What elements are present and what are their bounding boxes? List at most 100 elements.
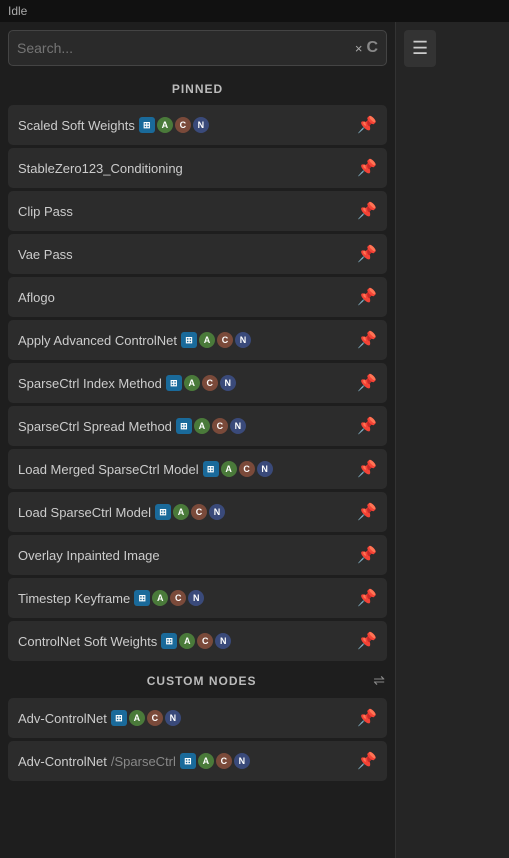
badge-c: C: [147, 710, 163, 726]
badge-a: A: [198, 753, 214, 769]
pin-icon[interactable]: 📌: [357, 158, 377, 178]
list-item[interactable]: Vae Pass 📌: [8, 234, 387, 274]
badges-group: ⊞ACN: [161, 633, 231, 649]
pin-icon[interactable]: 📌: [357, 201, 377, 221]
pin-icon[interactable]: 📌: [357, 115, 377, 135]
badge-n: N: [234, 753, 250, 769]
custom-nodes-settings-icon[interactable]: ⇌: [373, 672, 385, 689]
pin-icon[interactable]: 📌: [357, 502, 377, 522]
badges-group: ⊞ACN: [134, 590, 204, 606]
badges-group: ⊞ACN: [155, 504, 225, 520]
pin-icon[interactable]: 📌: [357, 373, 377, 393]
search-clear-button[interactable]: ×: [355, 41, 363, 56]
list-item[interactable]: ControlNet Soft Weights ⊞ACN 📌: [8, 621, 387, 661]
badge-c: C: [217, 332, 233, 348]
badge-a: A: [199, 332, 215, 348]
list-item[interactable]: Scaled Soft Weights ⊞ACN 📌: [8, 105, 387, 145]
list-item[interactable]: StableZero123_Conditioning 📌: [8, 148, 387, 188]
badge-a: A: [129, 710, 145, 726]
badge-n: N: [209, 504, 225, 520]
badges-group: ⊞ACN: [166, 375, 236, 391]
custom-nodes-list: Adv-ControlNet ⊞ACN 📌 Adv-ControlNet /Sp…: [0, 698, 395, 781]
item-label: Scaled Soft Weights: [18, 118, 135, 133]
list-item[interactable]: Apply Advanced ControlNet ⊞ACN 📌: [8, 320, 387, 360]
badge-img: ⊞: [161, 633, 177, 649]
left-panel: × C PINNED Scaled Soft Weights ⊞ACN 📌 St…: [0, 22, 395, 858]
item-label: SparseCtrl Spread Method: [18, 419, 172, 434]
badge-n: N: [188, 590, 204, 606]
badge-img: ⊞: [155, 504, 171, 520]
badge-n: N: [257, 461, 273, 477]
item-label: ControlNet Soft Weights: [18, 634, 157, 649]
badge-img: ⊞: [180, 753, 196, 769]
menu-button[interactable]: ☰: [404, 30, 436, 67]
badge-n: N: [220, 375, 236, 391]
list-item[interactable]: Adv-ControlNet /SparseCtrl ⊞ACN 📌: [8, 741, 387, 781]
badge-img: ⊞: [134, 590, 150, 606]
item-label: Load Merged SparseCtrl Model: [18, 462, 199, 477]
pin-icon[interactable]: 📌: [357, 545, 377, 565]
badge-n: N: [215, 633, 231, 649]
badge-n: N: [165, 710, 181, 726]
pinned-section-header: PINNED: [0, 74, 395, 102]
pin-icon[interactable]: 📌: [357, 631, 377, 651]
badge-c: C: [170, 590, 186, 606]
badge-c: C: [202, 375, 218, 391]
item-label: StableZero123_Conditioning: [18, 161, 183, 176]
badge-img: ⊞: [166, 375, 182, 391]
pin-icon[interactable]: 📌: [357, 459, 377, 479]
list-item[interactable]: Adv-ControlNet ⊞ACN 📌: [8, 698, 387, 738]
pin-icon[interactable]: 📌: [357, 287, 377, 307]
list-item-left: Adv-ControlNet /SparseCtrl ⊞ACN: [18, 753, 351, 769]
badge-img: ⊞: [176, 418, 192, 434]
item-label: Clip Pass: [18, 204, 73, 219]
badges-group: ⊞ACN: [180, 753, 250, 769]
custom-nodes-section-header: CUSTOM NODES ⇌: [0, 664, 395, 695]
pin-icon[interactable]: 📌: [357, 588, 377, 608]
list-item[interactable]: SparseCtrl Index Method ⊞ACN 📌: [8, 363, 387, 403]
list-item[interactable]: Timestep Keyframe ⊞ACN 📌: [8, 578, 387, 618]
pin-icon[interactable]: 📌: [357, 330, 377, 350]
list-item-left: SparseCtrl Spread Method ⊞ACN: [18, 418, 351, 434]
badge-c: C: [239, 461, 255, 477]
badge-n: N: [193, 117, 209, 133]
item-label: Aflogo: [18, 290, 55, 305]
search-loader-indicator: C: [366, 39, 378, 57]
list-item-left: StableZero123_Conditioning: [18, 161, 351, 176]
pin-icon[interactable]: 📌: [357, 751, 377, 771]
list-item-left: Timestep Keyframe ⊞ACN: [18, 590, 351, 606]
badges-group: ⊞ACN: [203, 461, 273, 477]
badge-img: ⊞: [111, 710, 127, 726]
badge-a: A: [152, 590, 168, 606]
pin-icon[interactable]: 📌: [357, 708, 377, 728]
list-item[interactable]: Clip Pass 📌: [8, 191, 387, 231]
item-label: Apply Advanced ControlNet: [18, 333, 177, 348]
item-label: Timestep Keyframe: [18, 591, 130, 606]
list-item-left: Adv-ControlNet ⊞ACN: [18, 710, 351, 726]
title-label: Idle: [8, 4, 27, 18]
badge-img: ⊞: [203, 461, 219, 477]
list-item-left: Load Merged SparseCtrl Model ⊞ACN: [18, 461, 351, 477]
badge-a: A: [157, 117, 173, 133]
list-item[interactable]: Overlay Inpainted Image 📌: [8, 535, 387, 575]
list-item[interactable]: Load Merged SparseCtrl Model ⊞ACN 📌: [8, 449, 387, 489]
list-item[interactable]: Aflogo 📌: [8, 277, 387, 317]
item-label: Vae Pass: [18, 247, 73, 262]
list-item-left: Apply Advanced ControlNet ⊞ACN: [18, 332, 351, 348]
search-input[interactable]: [17, 40, 355, 56]
pinned-list: Scaled Soft Weights ⊞ACN 📌 StableZero123…: [0, 105, 395, 661]
badge-img: ⊞: [139, 117, 155, 133]
list-item-left: Clip Pass: [18, 204, 351, 219]
pin-icon[interactable]: 📌: [357, 244, 377, 264]
list-item-left: Aflogo: [18, 290, 351, 305]
list-item-left: Overlay Inpainted Image: [18, 548, 351, 563]
badge-a: A: [184, 375, 200, 391]
badges-group: ⊞ACN: [139, 117, 209, 133]
list-item-left: ControlNet Soft Weights ⊞ACN: [18, 633, 351, 649]
item-label: Overlay Inpainted Image: [18, 548, 160, 563]
list-item[interactable]: Load SparseCtrl Model ⊞ACN 📌: [8, 492, 387, 532]
list-item[interactable]: SparseCtrl Spread Method ⊞ACN 📌: [8, 406, 387, 446]
pin-icon[interactable]: 📌: [357, 416, 377, 436]
badges-group: ⊞ACN: [181, 332, 251, 348]
item-label: SparseCtrl Index Method: [18, 376, 162, 391]
